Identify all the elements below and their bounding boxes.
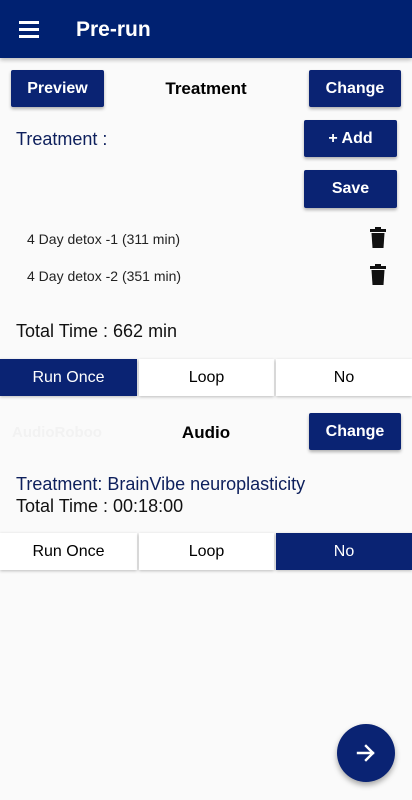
audio-change-button[interactable]: Change [309,413,401,450]
audio-total-time: Total Time : 00:18:00 [16,496,184,516]
next-button[interactable] [337,724,395,782]
audio-section-title: Audio [181,423,231,442]
audio-mode-loop[interactable]: Loop [139,533,274,570]
save-button[interactable]: Save [304,170,397,208]
menu-icon[interactable] [19,21,39,38]
treatment-label: Treatment : [16,129,108,149]
treatment-total-time: Total Time : 662 min [16,321,178,341]
treatment-mode-selector: Run Once Loop No [0,359,412,396]
treatment-mode-no[interactable]: No [276,359,412,396]
treatment-mode-run-once[interactable]: Run Once [0,359,137,396]
delete-icon[interactable] [369,264,387,286]
audio-mode-no[interactable]: No [276,533,412,570]
page-title: Pre-run [76,18,151,41]
treatment-mode-loop[interactable]: Loop [139,359,274,396]
treatment-item: 4 Day detox -2 (351 min) [27,268,182,284]
audio-mode-selector: Run Once Loop No [0,533,412,570]
add-treatment-button[interactable]: + Add [304,120,397,157]
treatment-change-button[interactable]: Change [309,70,401,107]
preview-button[interactable]: Preview [11,70,104,107]
app-bar: Pre-run [0,0,412,58]
audio-mode-run-once[interactable]: Run Once [0,533,137,570]
treatment-section-title: Treatment [165,79,247,98]
audio-faint-label: AudioRoboo [12,424,102,441]
arrow-right-icon [356,744,375,762]
delete-icon[interactable] [369,227,387,249]
audio-treatment-name: Treatment: BrainVibe neuroplasticity [16,474,306,494]
treatment-item: 4 Day detox -1 (311 min) [27,231,181,247]
